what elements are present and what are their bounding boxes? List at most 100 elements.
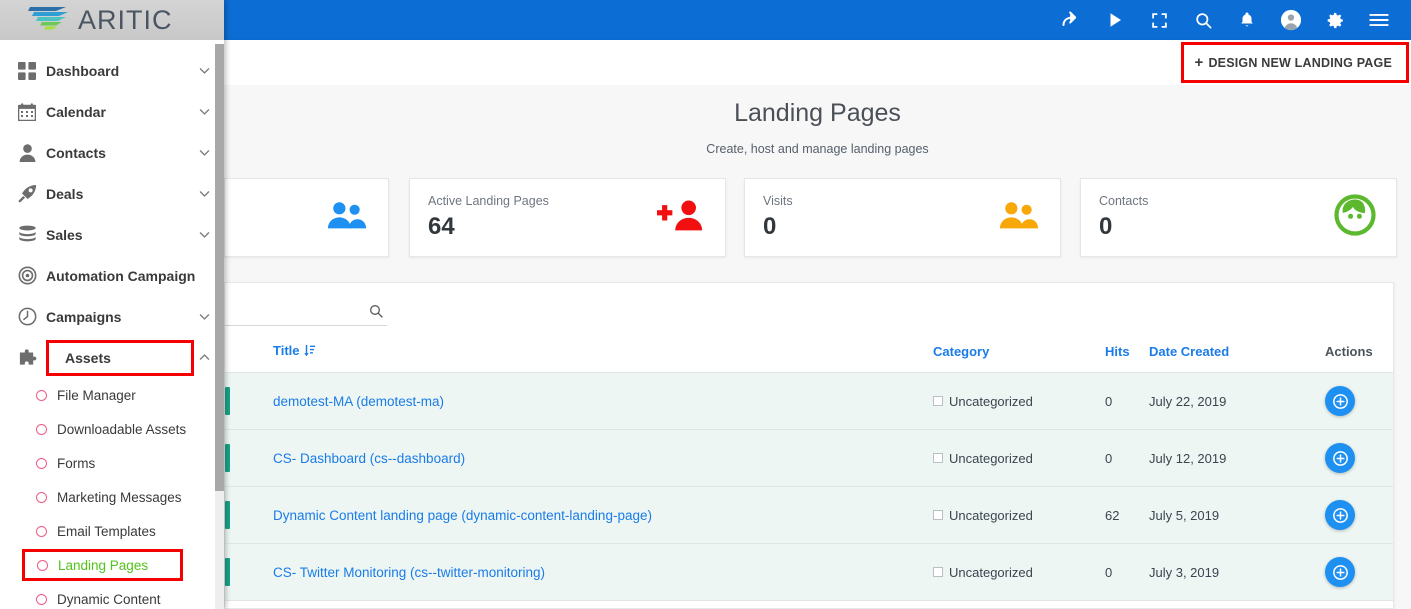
- brand-logo[interactable]: ARITIC: [0, 0, 224, 40]
- sidebar-item-assets[interactable]: Assets: [0, 337, 224, 378]
- sidebar-subitem-marketing-messages[interactable]: Marketing Messages: [0, 480, 224, 514]
- landing-page-title-link[interactable]: demotest-MA (demotest-ma): [273, 394, 444, 409]
- column-header-hits[interactable]: Hits: [1105, 333, 1149, 373]
- target-icon: [8, 266, 46, 285]
- row-actions-cell: [1325, 373, 1393, 430]
- table-row[interactable]: CS- Twitter Monitoring (cs--twitter-moni…: [225, 543, 1393, 601]
- category-swatch-icon: [933, 396, 943, 406]
- bullet-ring-icon: [36, 525, 47, 537]
- design-new-landing-page-button[interactable]: + DESIGN NEW LANDING PAGE: [1181, 42, 1409, 83]
- stat-card-contacts[interactable]: Contacts 0: [1080, 178, 1397, 257]
- brand-name: ARITIC: [78, 4, 173, 35]
- search-icon[interactable]: [1181, 0, 1225, 40]
- stat-card-0[interactable]: [224, 178, 389, 257]
- search-input[interactable]: [225, 303, 365, 318]
- chevron-up-icon[interactable]: [196, 351, 212, 364]
- row-category-cell: Uncategorized: [933, 544, 1105, 601]
- table-row[interactable]: demotest-MA (demotest-ma) Uncategorized …: [225, 372, 1393, 430]
- hamburger-menu-icon[interactable]: [1357, 0, 1401, 40]
- share-icon[interactable]: [1049, 0, 1093, 40]
- sidebar-subitem-label: Marketing Messages: [57, 489, 182, 505]
- add-circle-icon[interactable]: [1325, 557, 1355, 587]
- bell-icon[interactable]: [1225, 0, 1269, 40]
- search-row: [225, 283, 1393, 333]
- column-header-select[interactable]: [225, 333, 273, 373]
- top-navigation-bar: [224, 0, 1411, 40]
- stat-card-3-label: Contacts: [1099, 193, 1149, 208]
- sidebar-subitem-email-templates[interactable]: Email Templates: [0, 514, 224, 548]
- chevron-down-icon[interactable]: [196, 228, 212, 241]
- row-actions-cell: [1325, 430, 1393, 487]
- chevron-down-icon[interactable]: [196, 146, 212, 159]
- sidebar-item-calendar[interactable]: Calendar: [0, 91, 224, 132]
- stat-card-active-landing-pages[interactable]: Active Landing Pages 64: [409, 178, 726, 257]
- sidebar-subitem-label: Email Templates: [57, 523, 156, 539]
- sidebar-subitem-forms[interactable]: Forms: [0, 446, 224, 480]
- sort-descending-icon[interactable]: [303, 344, 316, 360]
- bullet-ring-icon: [37, 559, 48, 571]
- sidebar-item-automation-campaign[interactable]: Automation Campaign: [0, 255, 224, 296]
- page-header: Landing Pages Create, host and manage la…: [224, 85, 1411, 170]
- sidebar-item-label: Deals: [46, 185, 84, 202]
- row-status-cell: [225, 430, 273, 487]
- sidebar-subitem-downloadable-assets[interactable]: Downloadable Assets: [0, 412, 224, 446]
- chevron-down-icon[interactable]: [196, 105, 212, 118]
- sidebar-subitem-label: Forms: [57, 455, 96, 471]
- add-person-icon: [657, 198, 705, 237]
- landing-page-title-link[interactable]: Dynamic Content landing page (dynamic-co…: [273, 508, 652, 523]
- sidebar-item-contacts[interactable]: Contacts: [0, 132, 224, 173]
- stat-card-3-value: 0: [1099, 212, 1113, 240]
- chevron-down-icon[interactable]: [196, 64, 212, 77]
- two-people-icon: [998, 199, 1040, 236]
- status-indicator-bar: [225, 558, 230, 586]
- chevron-down-icon[interactable]: [196, 187, 212, 200]
- status-indicator-bar: [225, 387, 230, 415]
- sidebar-item-deals[interactable]: Deals: [0, 173, 224, 214]
- category-swatch-icon: [933, 453, 943, 463]
- add-circle-icon[interactable]: [1325, 443, 1355, 473]
- landing-page-title-link[interactable]: CS- Dashboard (cs--dashboard): [273, 451, 465, 466]
- column-header-category[interactable]: Category: [933, 333, 1105, 373]
- sidebar-item-label: Campaigns: [46, 308, 122, 325]
- play-icon[interactable]: [1093, 0, 1137, 40]
- sidebar-subitem-landing-pages[interactable]: Landing Pages: [0, 548, 224, 582]
- column-header-date-created[interactable]: Date Created: [1149, 333, 1325, 373]
- gear-icon[interactable]: [1313, 0, 1357, 40]
- sidebar-item-campaigns[interactable]: Campaigns: [0, 296, 224, 337]
- sidebar-item-sales[interactable]: Sales: [0, 214, 224, 255]
- table-row[interactable]: CS- Dashboard (cs--dashboard) Uncategori…: [225, 429, 1393, 487]
- stat-cards: Active Landing Pages 64 Visits 0 Contact…: [224, 178, 1411, 258]
- sidebar-subitem-dynamic-content[interactable]: Dynamic Content: [0, 582, 224, 609]
- column-header-title[interactable]: Title: [273, 333, 933, 373]
- grid-icon: [8, 61, 46, 80]
- table-row[interactable]: Dynamic Content landing page (dynamic-co…: [225, 486, 1393, 544]
- sidebar-item-label: Sales: [46, 226, 83, 243]
- page-title: Landing Pages: [734, 99, 901, 127]
- sidebar-item-label: Assets: [65, 349, 111, 366]
- chevron-down-icon[interactable]: [196, 310, 212, 323]
- clock-icon: [8, 307, 46, 326]
- stat-card-1-value: 64: [428, 212, 455, 240]
- landing-pages-panel: Title Category Hits Date Created Actions…: [224, 282, 1394, 609]
- search-field-wrapper[interactable]: [225, 296, 387, 326]
- add-circle-icon[interactable]: [1325, 500, 1355, 530]
- stat-card-2-value: 0: [763, 212, 777, 240]
- column-header-actions: Actions: [1325, 333, 1393, 373]
- stat-card-visits[interactable]: Visits 0: [744, 178, 1061, 257]
- bullet-ring-icon: [36, 423, 47, 435]
- user-avatar-icon[interactable]: [1269, 0, 1313, 40]
- add-circle-icon[interactable]: [1325, 386, 1355, 416]
- plus-icon: +: [1194, 54, 1204, 71]
- sidebar-subitem-file-manager[interactable]: File Manager: [0, 378, 224, 412]
- fullscreen-icon[interactable]: [1137, 0, 1181, 40]
- sidebar-subitem-label: Landing Pages: [58, 557, 149, 573]
- stat-card-1-label: Active Landing Pages: [428, 193, 549, 208]
- sidebar-scrollbar-thumb[interactable]: [215, 44, 224, 491]
- category-label: Uncategorized: [949, 393, 1033, 409]
- row-title-cell: Dynamic Content landing page (dynamic-co…: [273, 487, 933, 544]
- search-icon[interactable]: [365, 303, 387, 319]
- landing-pages-table: Title Category Hits Date Created Actions…: [225, 333, 1393, 601]
- landing-page-title-link[interactable]: CS- Twitter Monitoring (cs--twitter-moni…: [273, 565, 545, 580]
- row-date-cell: July 3, 2019: [1149, 564, 1220, 580]
- sidebar-item-dashboard[interactable]: Dashboard: [0, 50, 224, 91]
